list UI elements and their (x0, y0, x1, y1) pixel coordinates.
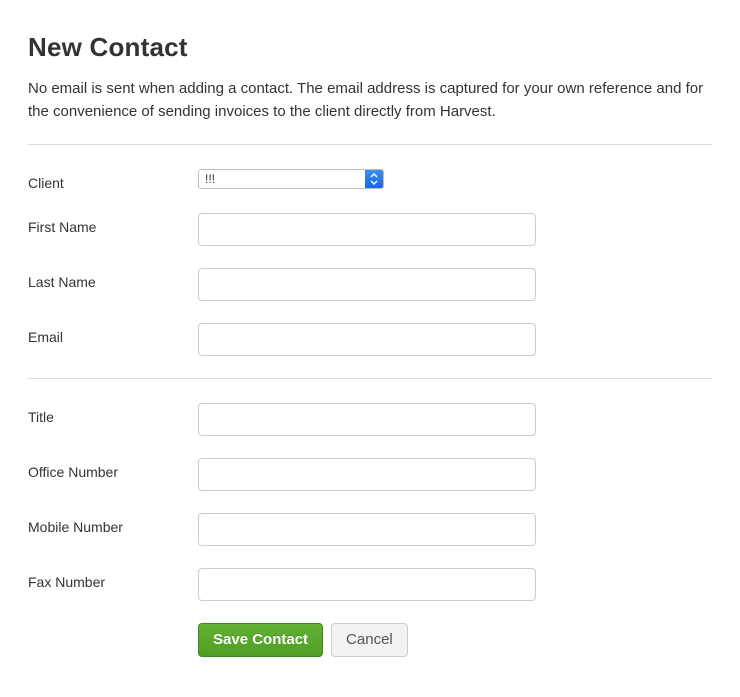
section-divider (28, 144, 712, 145)
email-input[interactable] (198, 323, 536, 356)
page-description: No email is sent when adding a contact. … (28, 77, 712, 124)
fax-number-label: Fax Number (28, 568, 198, 590)
client-select[interactable]: !!! (198, 169, 384, 189)
mobile-number-input[interactable] (198, 513, 536, 546)
office-number-input[interactable] (198, 458, 536, 491)
section-divider-2 (28, 378, 712, 379)
email-label: Email (28, 323, 198, 345)
first-name-label: First Name (28, 213, 198, 235)
client-label: Client (28, 169, 198, 191)
last-name-label: Last Name (28, 268, 198, 290)
save-contact-button[interactable]: Save Contact (198, 623, 323, 657)
title-input[interactable] (198, 403, 536, 436)
title-label: Title (28, 403, 198, 425)
client-select-value: !!! (199, 170, 365, 188)
fax-number-input[interactable] (198, 568, 536, 601)
office-number-label: Office Number (28, 458, 198, 480)
cancel-button[interactable]: Cancel (331, 623, 408, 657)
chevron-up-down-icon (365, 170, 383, 188)
mobile-number-label: Mobile Number (28, 513, 198, 535)
last-name-input[interactable] (198, 268, 536, 301)
page-title: New Contact (28, 32, 712, 63)
first-name-input[interactable] (198, 213, 536, 246)
